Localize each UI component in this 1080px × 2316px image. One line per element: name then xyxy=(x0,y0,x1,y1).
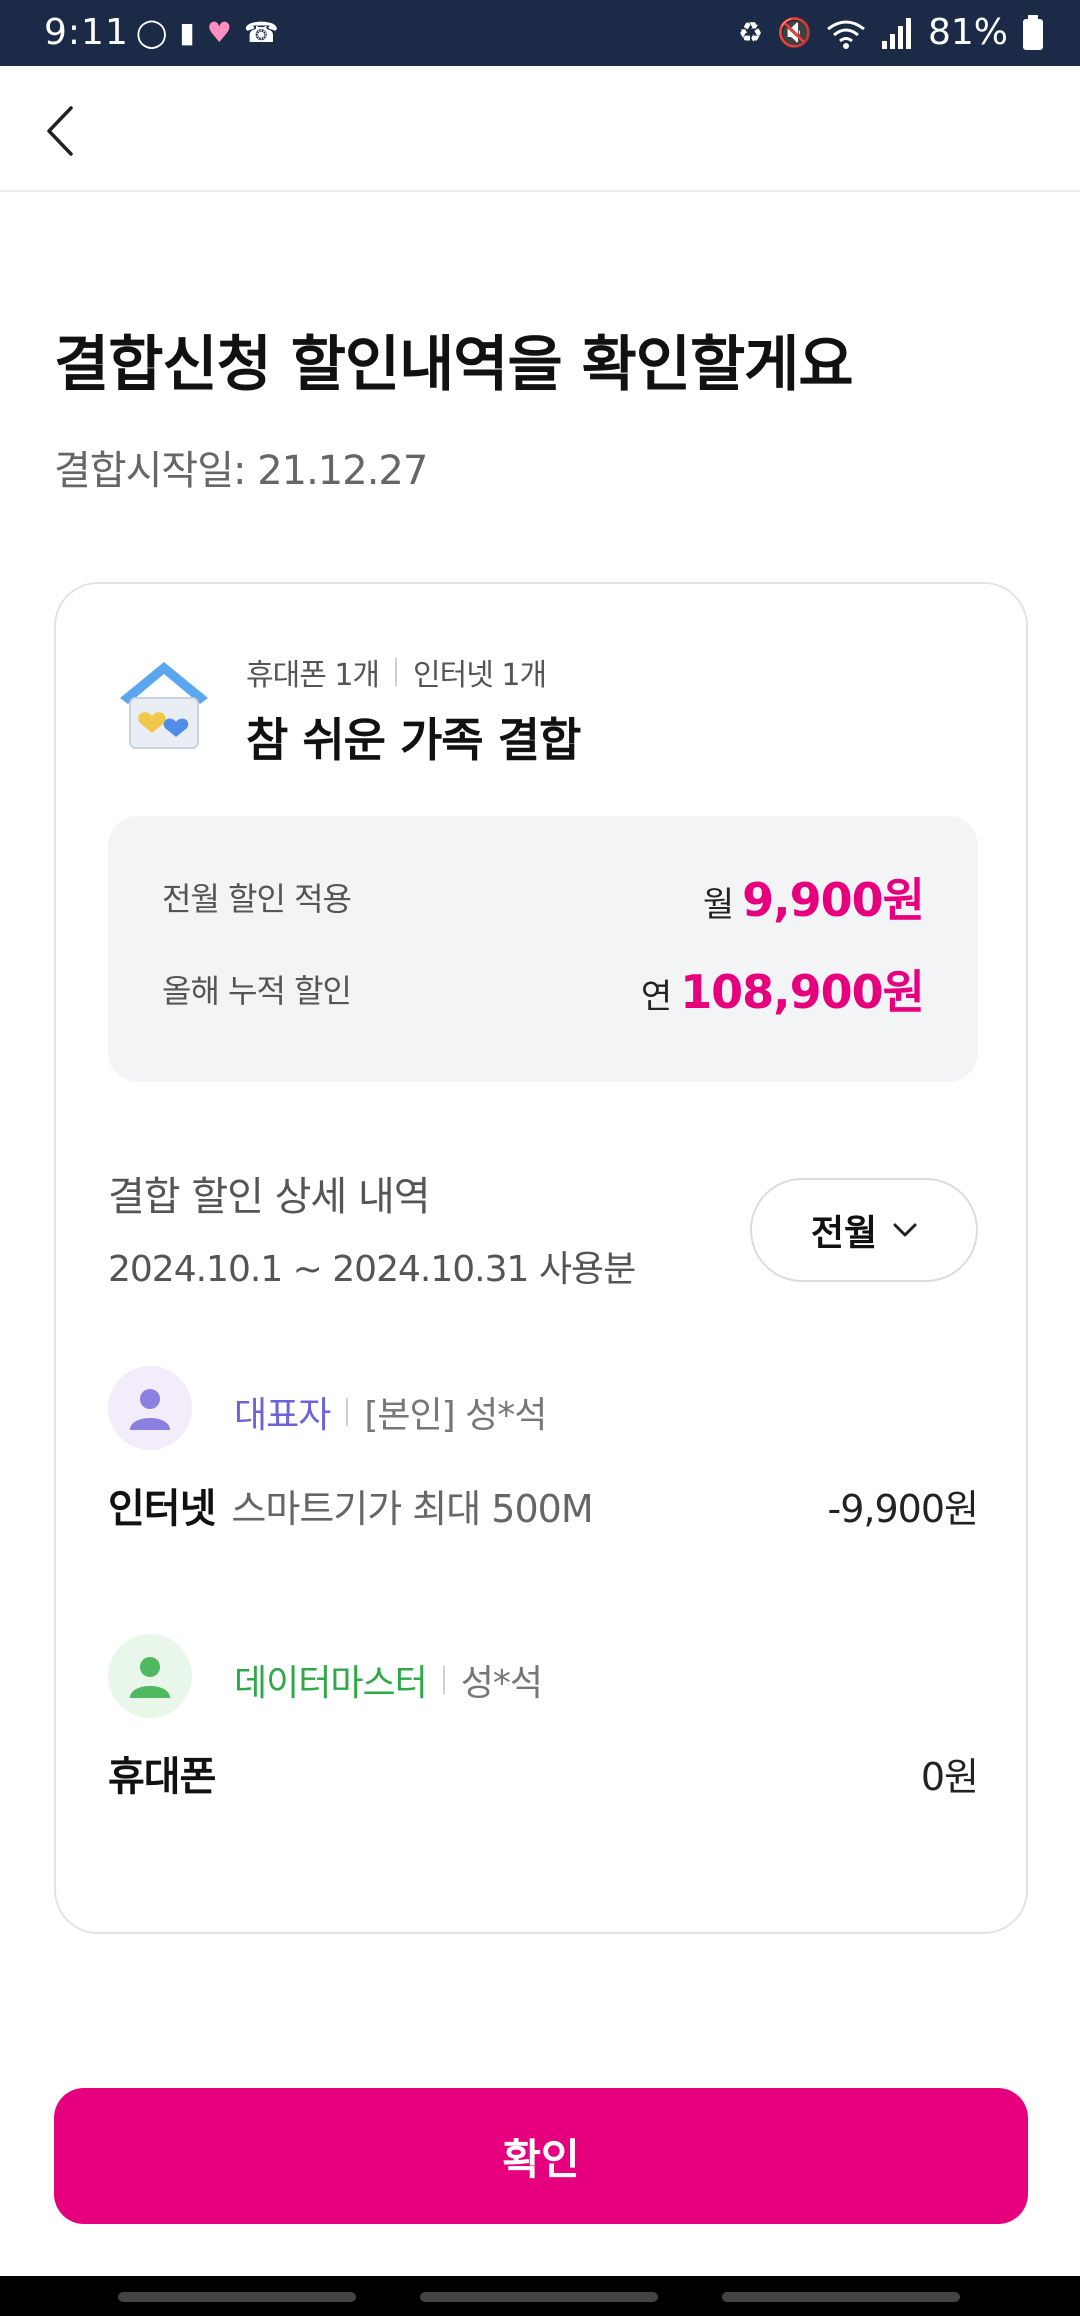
summary-label: 전월 할인 적용 xyxy=(162,880,352,918)
summary-value: 연 108,900원 xyxy=(640,956,925,1022)
service-type: 휴대폰 xyxy=(108,1754,216,1800)
member-name: [본인] 성*석 xyxy=(364,1395,547,1436)
summary-label: 올해 누적 할인 xyxy=(162,972,352,1010)
status-bar: 9:11 ◯ ▮ ♥ ☎ ♻ 🔇 81% xyxy=(0,0,1080,66)
member-service-row: 휴대폰 0원 xyxy=(108,1744,979,1802)
status-time: 9:11 xyxy=(44,12,129,53)
bottle-icon: ▮ xyxy=(179,16,195,49)
navigation-bar xyxy=(0,2276,1080,2316)
summary-value: 월 9,900원 xyxy=(702,864,925,930)
summary-prefix: 연 xyxy=(640,977,673,1017)
month-select-label: 전월 xyxy=(810,1213,878,1254)
battery-percent: 81% xyxy=(927,12,1008,53)
confirm-button[interactable]: 확인 xyxy=(54,2088,1028,2224)
member-service-row: 인터넷 스마트기가 최대 500M -9,900원 xyxy=(108,1476,979,1534)
wifi-icon xyxy=(827,20,865,49)
person-icon xyxy=(130,1389,170,1430)
discount-summary: 전월 할인 적용 월 9,900원 올해 누적 할인 연 108,900원 xyxy=(108,816,978,1082)
whowho-call-icon: ☎ xyxy=(243,16,279,49)
discount-amount: 0원 xyxy=(920,1755,979,1799)
member-role: 대표자 xyxy=(234,1395,331,1436)
bundle-discount-card: 휴대폰 1개 인터넷 1개 참 쉬운 가족 결합 전월 할인 적용 월 9,90… xyxy=(54,582,1028,1934)
service-info: 휴대폰 xyxy=(108,1744,216,1802)
detail-section-title: 결합 할인 상세 내역 xyxy=(108,1174,431,1220)
service-info: 인터넷 스마트기가 최대 500M xyxy=(108,1476,594,1534)
page-title: 결합신청 할인내역을 확인할게요 xyxy=(54,330,854,400)
mute-icon: 🔇 xyxy=(777,16,812,49)
tag-divider xyxy=(395,658,398,686)
heart-icon: ♥ xyxy=(206,16,232,49)
member-role: 데이터마스터 xyxy=(234,1663,428,1704)
app-bar xyxy=(0,66,1080,192)
avatar xyxy=(108,1634,192,1718)
battery-saver-icon: ♻ xyxy=(738,16,764,49)
discount-amount: -9,900원 xyxy=(827,1487,979,1531)
notification-icons: ◯ ▮ ♥ ☎ xyxy=(136,16,279,49)
bundle-plan-name: 참 쉬운 가족 결합 xyxy=(246,713,581,767)
bundle-start-date: 결합시작일: 21.12.27 xyxy=(54,448,428,494)
nav-handle[interactable] xyxy=(118,2292,356,2302)
role-divider xyxy=(346,1398,349,1426)
summary-amount: 9,900원 xyxy=(742,873,925,927)
chevron-left-icon xyxy=(47,106,73,156)
ring-icon: ◯ xyxy=(136,16,168,49)
summary-prefix: 월 xyxy=(702,885,735,925)
summary-row-last-month: 전월 할인 적용 월 9,900원 xyxy=(162,864,925,930)
battery-icon xyxy=(1023,14,1043,50)
service-plan: 스마트기가 최대 500M xyxy=(231,1487,593,1531)
person-icon xyxy=(130,1657,170,1698)
bundle-tags: 휴대폰 1개 인터넷 1개 xyxy=(246,650,547,694)
nav-handle[interactable] xyxy=(722,2292,960,2302)
month-select-button[interactable]: 전월 xyxy=(750,1178,978,1282)
detail-period: 2024.10.1 ~ 2024.10.31 사용분 xyxy=(108,1249,636,1290)
chevron-down-icon xyxy=(893,1223,917,1237)
role-divider xyxy=(442,1666,445,1694)
nav-handle[interactable] xyxy=(420,2292,658,2302)
service-type: 인터넷 xyxy=(108,1486,216,1532)
member-role-line: 대표자 [본인] 성*석 xyxy=(234,1386,547,1438)
signal-icon xyxy=(881,17,911,49)
summary-row-year-total: 올해 누적 할인 연 108,900원 xyxy=(162,956,925,1022)
summary-amount: 108,900원 xyxy=(680,965,925,1019)
family-house-icon xyxy=(120,662,208,749)
member-role-line: 데이터마스터 성*석 xyxy=(234,1654,543,1706)
avatar xyxy=(108,1366,192,1450)
member-name: 성*석 xyxy=(460,1663,543,1704)
tag-phone-count: 휴대폰 1개 xyxy=(246,658,380,693)
back-button[interactable] xyxy=(30,96,90,166)
system-icons: ♻ 🔇 81% xyxy=(738,12,1044,53)
tag-internet-count: 인터넷 1개 xyxy=(413,658,547,693)
